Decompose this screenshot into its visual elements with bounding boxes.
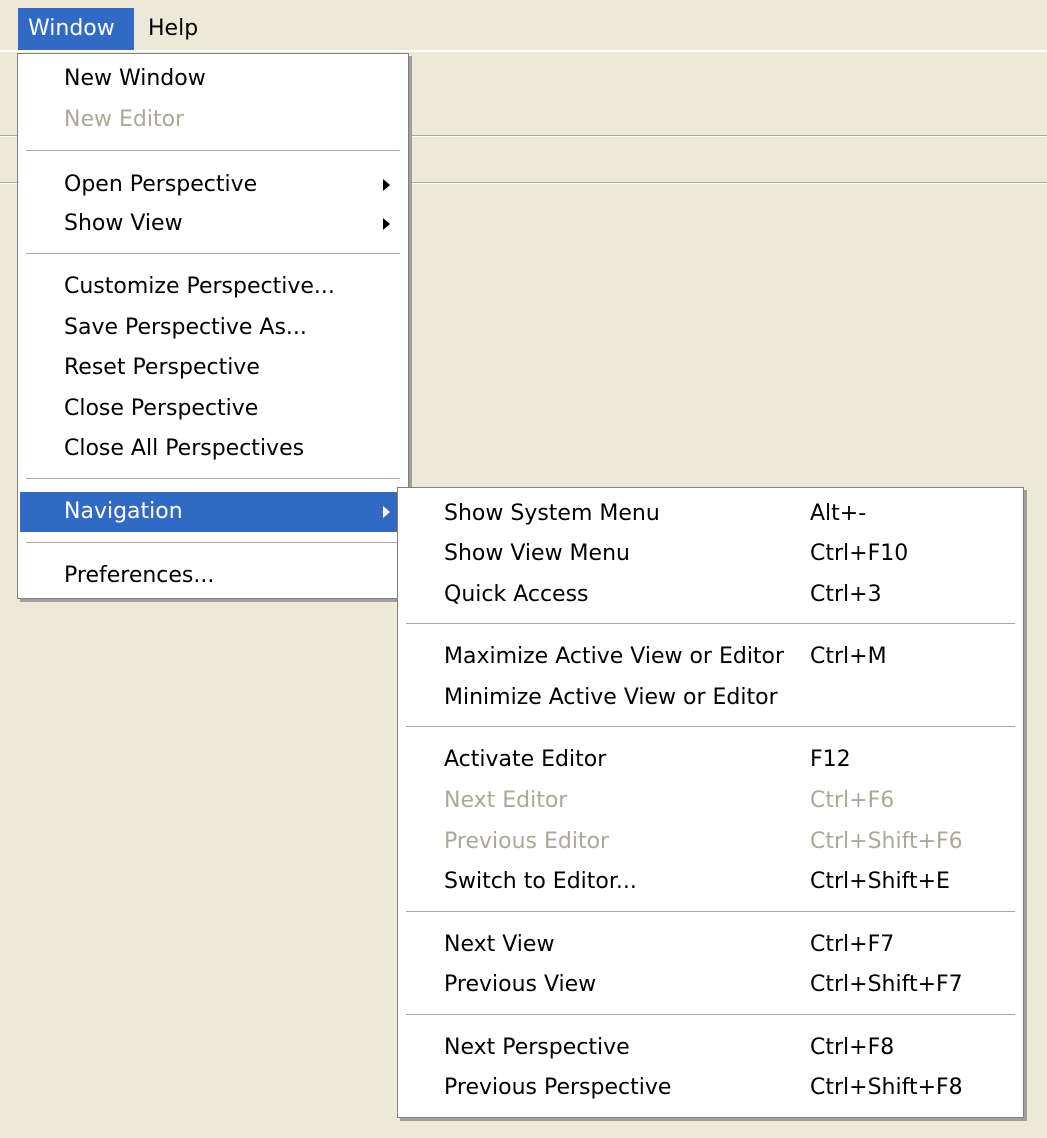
menu-item-label: Navigation [64,499,183,524]
menu-item-shortcut: Ctrl+Shift+F8 [810,1075,963,1100]
menu-item-close-perspective[interactable]: Close Perspective [20,389,406,429]
menu-separator [26,253,400,255]
menu-item-label: Previous Editor [444,829,610,854]
menu-item-quick-access[interactable]: Quick Access Ctrl+3 [400,575,1021,615]
menu-item-next-editor: Next Editor Ctrl+F6 [400,781,1021,821]
menu-bar: Window Help [0,0,1047,52]
menu-item-shortcut: Alt+- [810,501,867,526]
menu-item-preferences[interactable]: Preferences... [20,556,406,596]
menu-separator [26,150,400,152]
menu-window[interactable]: Window [18,8,134,50]
menu-item-label: Save Perspective As... [64,315,307,340]
menu-item-shortcut: Ctrl+F10 [810,541,909,566]
menu-item-previous-editor: Previous Editor Ctrl+Shift+F6 [400,822,1021,862]
menu-item-reset-perspective[interactable]: Reset Perspective [20,348,406,388]
menu-item-show-system-menu[interactable]: Show System Menu Alt+- [400,494,1021,534]
menu-item-label: Previous View [444,972,597,997]
menu-item-label: Previous Perspective [444,1075,672,1100]
menu-item-label: Show View Menu [444,541,630,566]
menu-item-previous-view[interactable]: Previous View Ctrl+Shift+F7 [400,965,1021,1005]
menu-item-next-perspective[interactable]: Next Perspective Ctrl+F8 [400,1028,1021,1068]
menu-item-label: Preferences... [64,563,215,588]
menu-item-previous-perspective[interactable]: Previous Perspective Ctrl+Shift+F8 [400,1068,1021,1108]
menu-item-show-view-menu[interactable]: Show View Menu Ctrl+F10 [400,534,1021,574]
menu-separator [26,542,400,544]
menu-item-shortcut: Ctrl+F6 [810,788,895,813]
menu-separator [26,478,400,480]
menu-item-label: Show View [64,211,183,236]
menu-item-shortcut: Ctrl+F8 [810,1035,895,1060]
navigation-submenu: Show System Menu Alt+- Show View Menu Ct… [397,487,1024,1118]
submenu-arrow-icon [383,218,390,230]
menu-item-label: Reset Perspective [64,355,260,380]
menu-item-close-all-perspectives[interactable]: Close All Perspectives [20,429,406,469]
menu-item-label: Close Perspective [64,396,259,421]
menu-separator [406,1014,1015,1016]
submenu-arrow-icon [383,179,390,191]
menu-item-shortcut: Ctrl+Shift+F6 [810,829,963,854]
window-menu: New Window New Editor Open Perspective S… [17,53,409,599]
menu-item-label: Customize Perspective... [64,274,335,299]
menu-item-activate-editor[interactable]: Activate Editor F12 [400,740,1021,780]
menu-item-label: Switch to Editor... [444,869,637,894]
menu-item-label: Activate Editor [444,747,607,772]
menu-item-label: Next View [444,932,555,957]
menu-item-new-editor: New Editor [20,100,406,140]
menu-item-shortcut: Ctrl+3 [810,582,882,607]
menu-item-label: Quick Access [444,582,589,607]
menu-item-label: Maximize Active View or Editor [444,644,785,669]
menu-item-switch-to-editor[interactable]: Switch to Editor... Ctrl+Shift+E [400,862,1021,902]
submenu-arrow-icon [383,506,390,518]
menu-item-navigation[interactable]: Navigation [20,492,406,532]
menu-item-label: Minimize Active View or Editor [444,685,778,710]
menu-item-label: Next Editor [444,788,568,813]
menu-item-save-perspective-as[interactable]: Save Perspective As... [20,308,406,348]
menu-item-shortcut: Ctrl+F7 [810,932,895,957]
menu-item-shortcut: Ctrl+Shift+F7 [810,972,963,997]
menu-item-show-view[interactable]: Show View [20,204,406,244]
menu-item-maximize-active[interactable]: Maximize Active View or Editor Ctrl+M [400,637,1021,677]
menu-item-label: Close All Perspectives [64,436,305,461]
menu-help[interactable]: Help [138,8,208,50]
menu-item-new-window[interactable]: New Window [20,59,406,99]
menu-item-label: Next Perspective [444,1035,630,1060]
menu-item-customize-perspective[interactable]: Customize Perspective... [20,267,406,307]
menu-item-minimize-active[interactable]: Minimize Active View or Editor [400,678,1021,718]
menu-item-label: Show System Menu [444,501,660,526]
menu-item-label: New Window [64,66,206,91]
menu-separator [406,911,1015,913]
menu-item-open-perspective[interactable]: Open Perspective [20,165,406,205]
menu-item-label: Open Perspective [64,172,258,197]
menu-item-shortcut: Ctrl+M [810,644,887,669]
menu-item-shortcut: Ctrl+Shift+E [810,869,950,894]
menu-item-next-view[interactable]: Next View Ctrl+F7 [400,925,1021,965]
menu-separator [406,726,1015,728]
menu-item-shortcut: F12 [810,747,851,772]
menu-item-label: New Editor [64,107,185,132]
menu-separator [406,623,1015,625]
